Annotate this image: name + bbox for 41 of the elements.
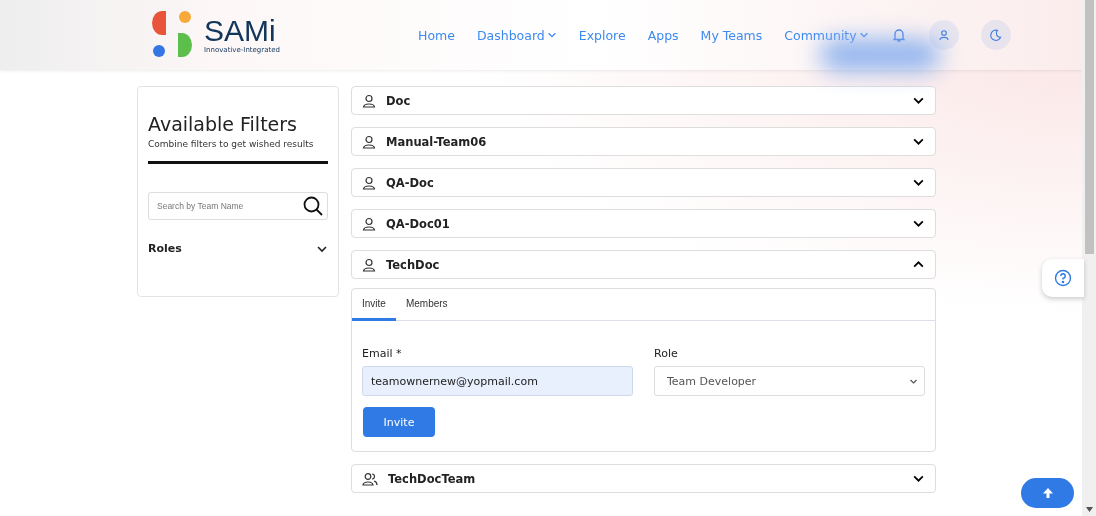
- user-icon: [362, 93, 376, 108]
- user-icon: [362, 134, 376, 149]
- user-icon: [362, 175, 376, 190]
- team-row[interactable]: QA-Doc: [351, 168, 936, 197]
- scrollbar[interactable]: [1082, 0, 1096, 516]
- logo-icon: [152, 11, 194, 59]
- team-row[interactable]: QA-Doc01: [351, 209, 936, 238]
- help-icon: [1054, 269, 1072, 287]
- scroll-down-icon[interactable]: [1085, 507, 1093, 512]
- invite-button[interactable]: Invite: [363, 407, 435, 437]
- dark-mode-button[interactable]: [980, 20, 1011, 50]
- brand-name: SAMi: [204, 16, 276, 46]
- user-icon: [362, 216, 376, 231]
- users-icon: [362, 471, 378, 486]
- nav-link[interactable]: Explore: [578, 27, 626, 43]
- panel-tab[interactable]: Invite: [352, 289, 396, 321]
- team-row[interactable]: Doc: [351, 86, 936, 115]
- chevron-down-icon: [858, 30, 869, 40]
- scroll-top-button[interactable]: [1021, 478, 1074, 508]
- filters-title: Available Filters: [148, 113, 298, 135]
- user-icon: [937, 29, 950, 41]
- email-field[interactable]: teamownernew@yopmail.com: [362, 366, 633, 396]
- help-button[interactable]: [1042, 259, 1084, 297]
- nav-link[interactable]: Dashboard: [476, 27, 557, 43]
- search-field[interactable]: Search by Team Name: [148, 192, 328, 220]
- filter-section[interactable]: Roles: [148, 242, 328, 255]
- team-row[interactable]: TechDocTeam: [351, 464, 936, 493]
- panel-tab[interactable]: Members: [395, 289, 458, 321]
- filters-subtitle: Combine filters to get wished results: [148, 139, 315, 149]
- team-row[interactable]: TechDoc: [351, 250, 936, 279]
- arrow-up-icon: [1041, 487, 1054, 499]
- email-label: Email *: [362, 347, 403, 360]
- bell-icon[interactable]: [890, 27, 907, 43]
- user-icon: [362, 257, 376, 272]
- role-select[interactable]: Team Developer: [654, 366, 925, 396]
- profile-button[interactable]: [928, 20, 959, 50]
- role-label: Role: [654, 347, 679, 360]
- search-icon[interactable]: [303, 196, 323, 216]
- team-row[interactable]: Manual-Team06: [351, 127, 936, 156]
- moon-icon: [989, 28, 1003, 42]
- chevron-down-icon: [546, 30, 557, 40]
